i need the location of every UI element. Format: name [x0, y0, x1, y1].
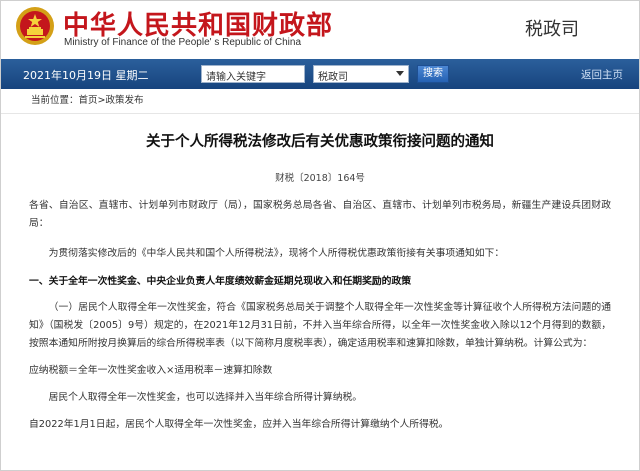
article-paragraph: 居民个人取得全年一次性奖金，也可以选择并入当年综合所得计算纳税。 — [48, 392, 363, 403]
document-number: 财税〔2018〕164号 — [275, 173, 365, 184]
scope-select-value: 税政司 — [318, 72, 348, 83]
article-title: 关于个人所得税法修改后有关优惠政策衔接问题的通知 — [146, 134, 494, 150]
department-name: 税政司 — [525, 19, 579, 40]
breadcrumb[interactable]: 当前位置：首页>政策发布 — [1, 89, 639, 114]
section-heading: 一、关于全年一次性奖金、中央企业负责人年度绩效薪金延期兑现收入和任期奖励的政策 — [29, 276, 412, 287]
national-emblem-icon[interactable] — [15, 6, 55, 46]
article-paragraph: 自2022年1月1日起，居民个人取得全年一次性奖金，应并入当年综合所得计算缴纳个… — [29, 419, 449, 430]
current-date: 2021年10月19日 星期二 — [23, 69, 149, 82]
page: 中华人民共和国财政部 Ministry of Finance of the Pe… — [0, 0, 640, 471]
formula-line: 应纳税额＝全年一次性奖金收入×适用税率－速算扣除数 — [29, 365, 273, 376]
search-input[interactable]: 请输入关键字 — [201, 65, 305, 83]
scope-select[interactable]: 税政司 — [313, 65, 409, 83]
nav-bar: 2021年10月19日 星期二 请输入关键字 税政司 搜索 返回主页 — [1, 59, 639, 89]
home-link[interactable]: 返回主页 — [581, 67, 623, 82]
article: 关于个人所得税法修改后有关优惠政策衔接问题的通知 财税〔2018〕164号 各省… — [1, 130, 639, 434]
article-paragraph: 为贯彻落实修改后的《中华人民共和国个人所得税法》，现将个人所得税优惠政策衔接有关… — [48, 248, 505, 259]
site-title-english: Ministry of Finance of the People' s Rep… — [64, 37, 302, 48]
search-button[interactable]: 搜索 — [417, 65, 449, 83]
chevron-down-icon — [396, 71, 404, 76]
article-paragraph: 各省、自治区、直辖市、计划单列市财政厅（局），国家税务总局各省、自治区、直辖市、… — [29, 200, 611, 229]
article-paragraph: （一）居民个人取得全年一次性奖金，符合《国家税务总局关于调整个人取得全年一次性奖… — [29, 302, 611, 349]
site-header: 中华人民共和国财政部 Ministry of Finance of the Pe… — [1, 1, 639, 59]
